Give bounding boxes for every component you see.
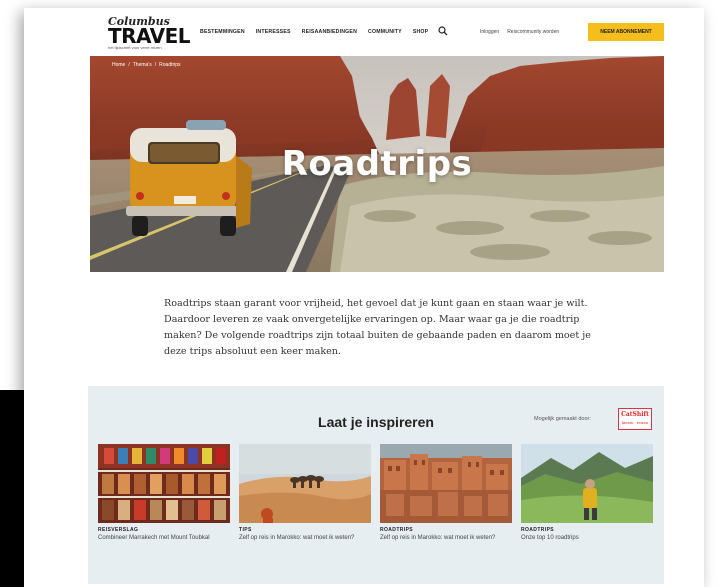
article-card[interactable]: TIPS Zelf op reis in Marokko: wat moet i… [239,444,371,542]
article-card[interactable]: ROADTRIPS Onze top 10 roadtrips [521,444,653,542]
article-card[interactable]: ROADTRIPS Zelf op reis in Marokko: wat m… [380,444,512,542]
article-card[interactable]: REISVERSLAG Combineer Marrakech met Moun… [98,444,230,542]
sponsor-label: Mogelijk gemaakt door: [534,416,591,422]
nav-item-community[interactable]: COMMUNITY [368,29,402,35]
card-category: REISVERSLAG [98,527,139,533]
inspiration-section: Laat je inspireren Mogelijk gemaakt door… [88,386,664,584]
card-title[interactable]: Zelf op reis in Marokko: wat moet ik wet… [239,534,371,542]
webpage: Columbus TRAVEL het tijdschrift voor ver… [24,8,704,587]
card-title[interactable]: Combineer Marrakech met Mount Toubkal [98,534,230,542]
card-category: TIPS [239,527,252,533]
subscribe-button[interactable]: NEEM ABONNEMENT [588,23,664,41]
main-nav: BESTEMMINGEN INTERESSES REISAANBIEDINGEN… [200,29,428,35]
card-title[interactable]: Onze top 10 roadtrips [521,534,653,542]
utility-links: Inloggen Reiscommunity worden [480,29,559,35]
breadcrumb-current: Roadtrips [159,62,181,68]
card-category: ROADTRIPS [380,527,414,533]
card-image-hiker [521,444,653,523]
card-image-kasbah [380,444,512,523]
sponsor-logo-text: CatShift [621,411,649,418]
card-image-market [98,444,230,523]
site-logo[interactable]: Columbus TRAVEL het tijdschrift voor ver… [108,16,191,52]
breadcrumb-home[interactable]: Home [112,62,125,68]
breadcrumb: Home / Thema's / Roadtrips [112,62,181,68]
nav-item-reisaanbiedingen[interactable]: REISAANBIEDINGEN [302,29,357,35]
nav-item-interesses[interactable]: INTERESSES [256,29,291,35]
logo-main-text: TRAVEL [108,24,191,48]
card-category: ROADTRIPS [521,527,555,533]
card-title[interactable]: Zelf op reis in Marokko: wat moet ik wet… [380,534,512,542]
community-join-link[interactable]: Reiscommunity worden [507,29,559,35]
sponsor-logo-tagline: kiezen · reizen [622,421,648,425]
intro-paragraph: Roadtrips staan garant voor vrijheid, he… [164,298,591,357]
login-link[interactable]: Inloggen [480,29,499,35]
page-title: Roadtrips [281,144,473,184]
nav-item-bestemmingen[interactable]: BESTEMMINGEN [200,29,245,35]
sponsor-logo[interactable]: CatShift kiezen · reizen [618,408,652,430]
breadcrumb-themas[interactable]: Thema's [133,62,152,68]
card-image-desert [239,444,371,523]
hero-banner: Home / Thema's / Roadtrips Roadtrips [90,56,664,272]
site-header: Columbus TRAVEL het tijdschrift voor ver… [24,8,704,56]
search-icon[interactable] [438,26,448,36]
nav-item-shop[interactable]: SHOP [413,29,429,35]
breadcrumb-separator: / [128,62,130,68]
card-list: REISVERSLAG Combineer Marrakech met Moun… [98,444,653,542]
breadcrumb-separator: / [154,62,157,68]
